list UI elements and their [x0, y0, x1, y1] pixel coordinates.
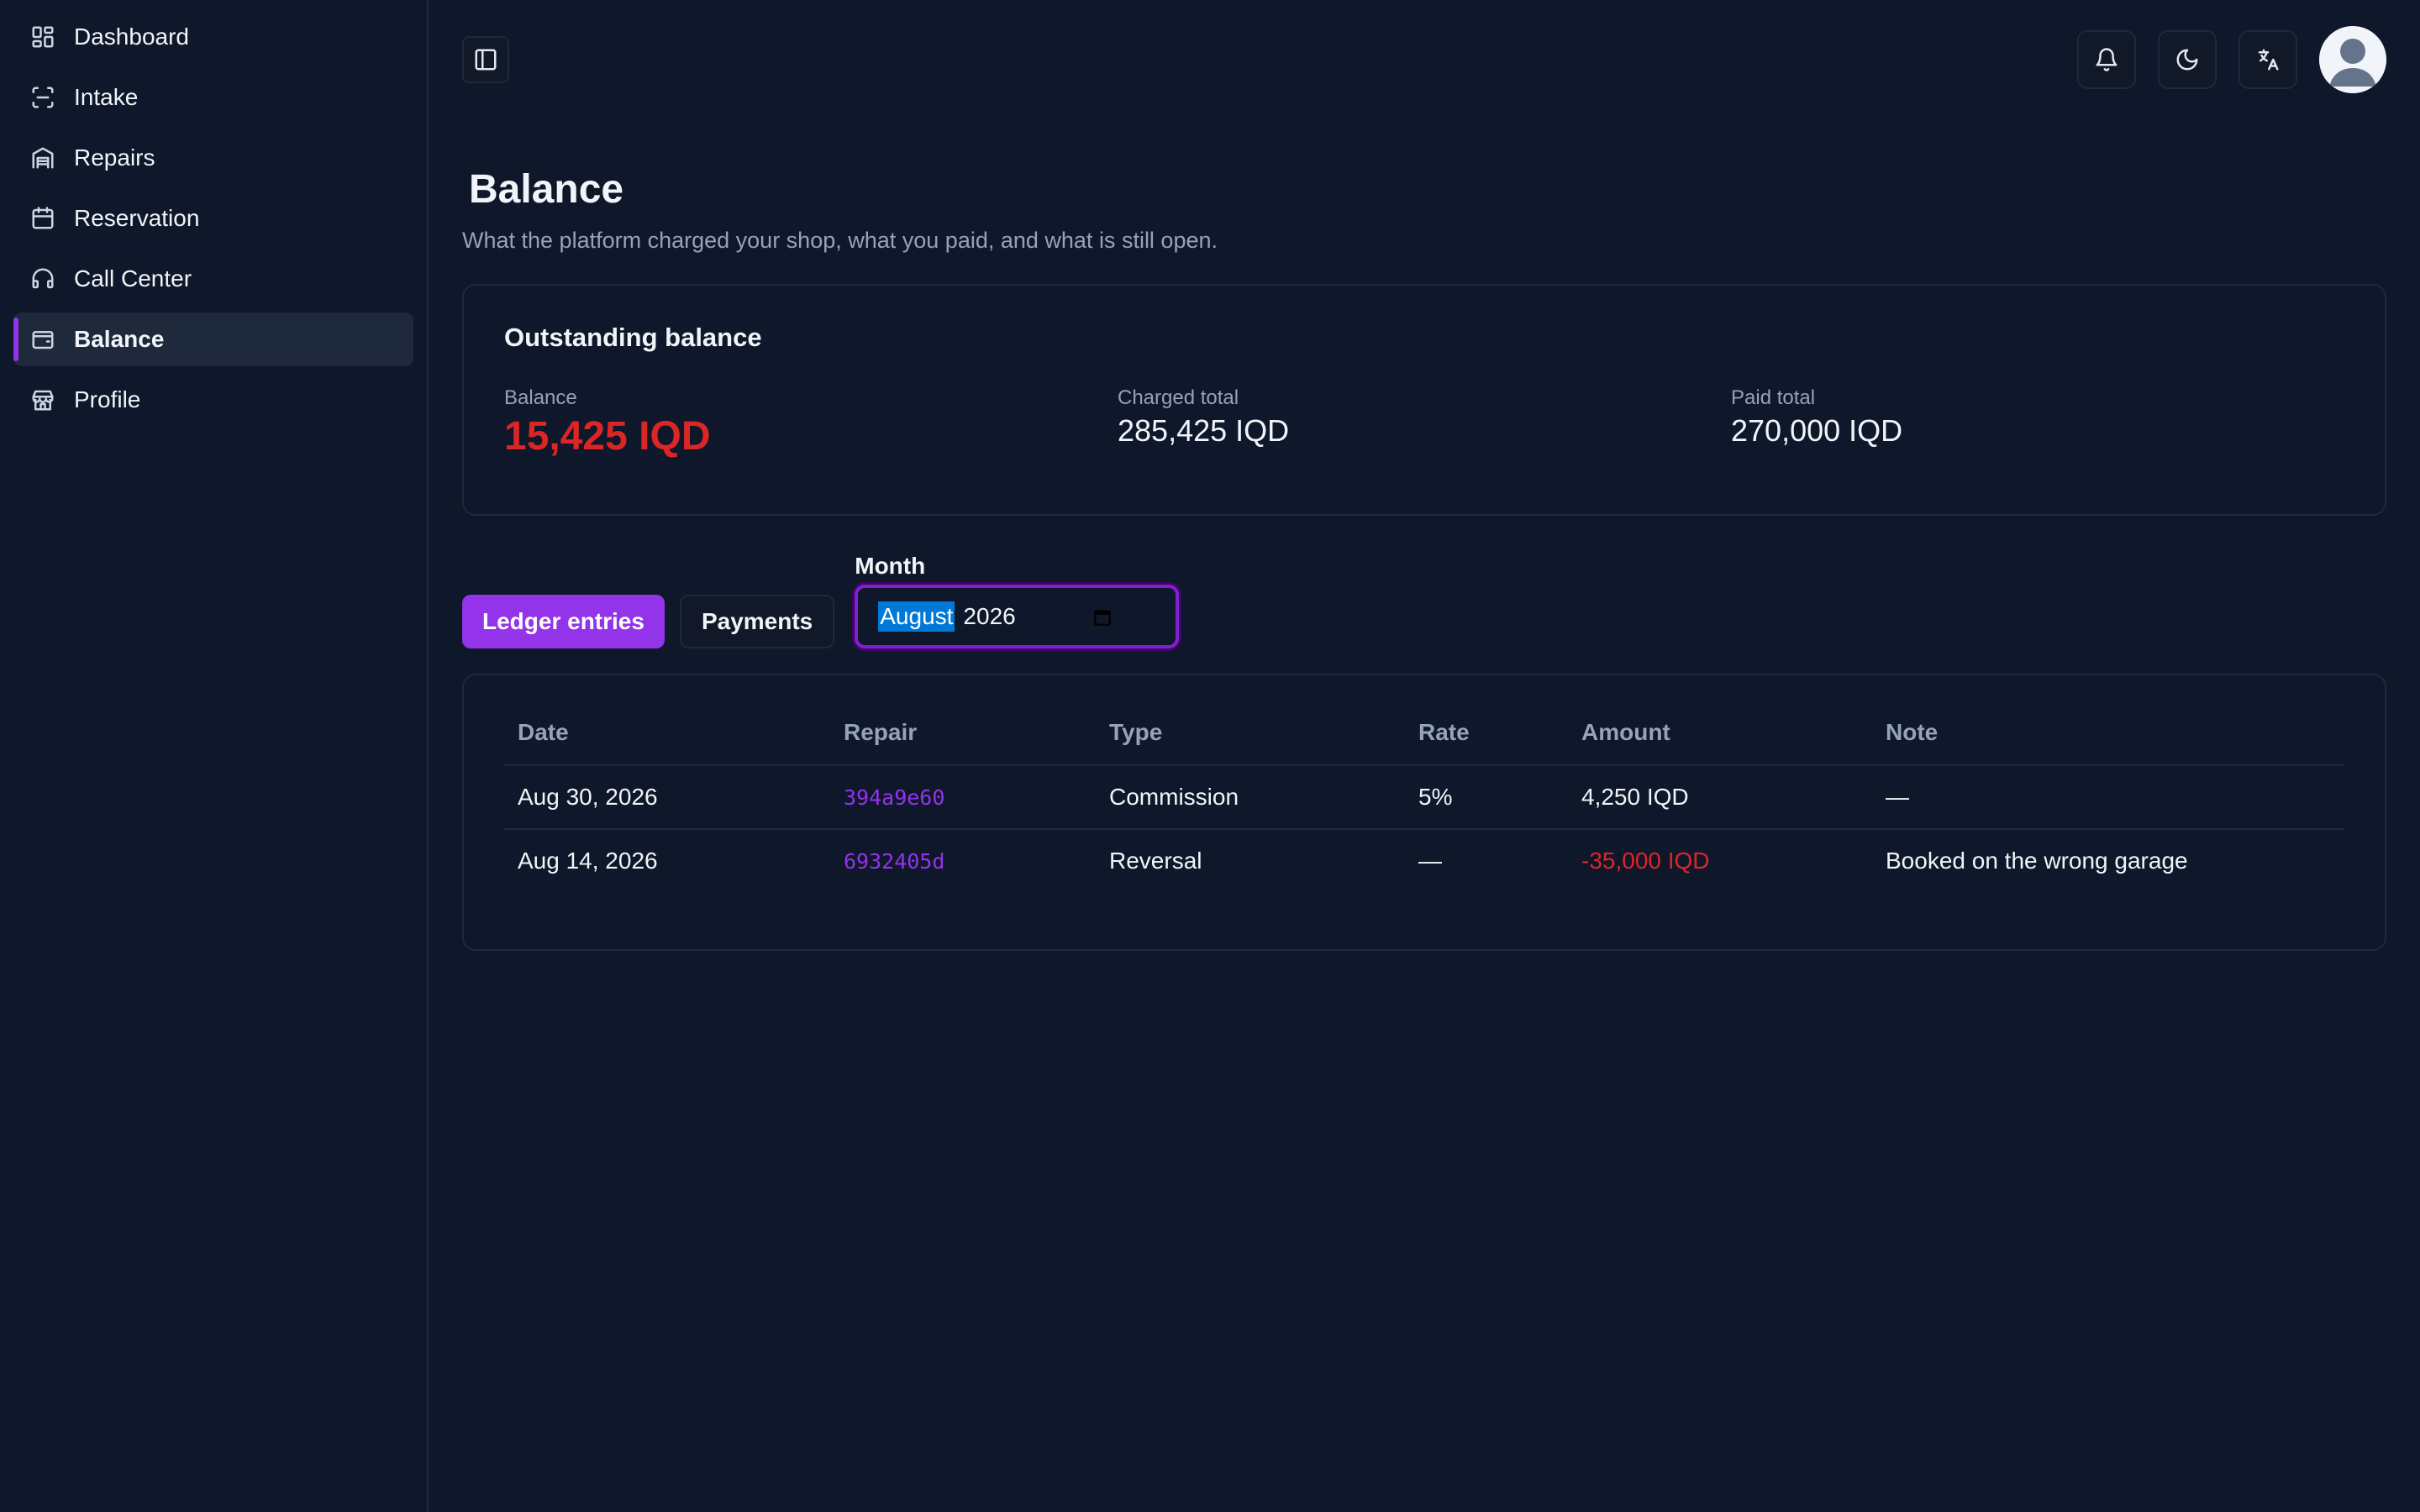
- tab-ledger-entries[interactable]: Ledger entries: [462, 595, 665, 648]
- scan-icon: [30, 85, 55, 110]
- sidebar-toggle-button[interactable]: [462, 36, 509, 83]
- headset-icon: [30, 266, 55, 291]
- column-repair[interactable]: Repair: [830, 719, 1096, 766]
- topbar-actions: [2077, 26, 2386, 93]
- table-row: Aug 30, 2026 394a9e60 Commission 5% 4,25…: [504, 765, 2344, 830]
- sidebar-item-label: Repairs: [74, 144, 155, 171]
- column-rate[interactable]: Rate: [1405, 719, 1568, 766]
- store-icon: [30, 387, 55, 412]
- theme-toggle-button[interactable]: [2158, 30, 2217, 89]
- wallet-icon: [30, 327, 55, 352]
- column-amount[interactable]: Amount: [1568, 719, 1872, 766]
- sidebar: Dashboard Intake Repairs Reservation Cal…: [0, 0, 429, 1512]
- sidebar-item-label: Dashboard: [74, 24, 189, 50]
- dashboard-icon: [30, 24, 55, 50]
- ledger-controls: Ledger entries Payments Month August 202…: [462, 553, 2386, 648]
- month-input[interactable]: August 2026: [855, 585, 1180, 648]
- sidebar-item-label: Intake: [74, 84, 139, 110]
- column-date[interactable]: Date: [504, 719, 830, 766]
- sidebar-item-profile[interactable]: Profile: [13, 373, 413, 427]
- avatar[interactable]: [2319, 26, 2386, 93]
- paid-total-label: Paid total: [1731, 386, 1816, 409]
- charged-total-stat: Charged total 285,425 IQD: [1118, 386, 1731, 459]
- sidebar-item-intake[interactable]: Intake: [13, 71, 413, 124]
- page-subtitle: What the platform charged your shop, wha…: [462, 228, 1218, 253]
- user-avatar-icon: [2319, 26, 2386, 93]
- app-shell: Dashboard Intake Repairs Reservation Cal…: [0, 0, 2420, 1512]
- cell-date: Aug 30, 2026: [504, 765, 830, 830]
- ledger-table-card: Date Repair Type Rate Amount Note Aug 30…: [462, 674, 2386, 951]
- sidebar-toggle-icon: [475, 49, 497, 71]
- repair-link[interactable]: 6932405d: [830, 829, 1096, 892]
- cell-amount: 4,250 IQD: [1568, 765, 1872, 830]
- column-note[interactable]: Note: [1872, 719, 2344, 766]
- sidebar-item-call-center[interactable]: Call Center: [13, 252, 413, 306]
- month-filter: Month August 2026: [855, 553, 1180, 648]
- sidebar-item-repairs[interactable]: Repairs: [13, 131, 413, 185]
- repair-link[interactable]: 394a9e60: [830, 765, 1096, 830]
- translate-icon: [2258, 49, 2279, 71]
- topbar: [462, 0, 2386, 119]
- paid-total-value: 270,000 IQD: [1731, 413, 1903, 448]
- cell-note: —: [1872, 765, 2344, 830]
- calendar-icon: [30, 206, 55, 231]
- sidebar-item-label: Balance: [74, 326, 165, 352]
- sidebar-item-dashboard[interactable]: Dashboard: [13, 10, 413, 64]
- calendar-picker-icon[interactable]: [1092, 606, 1113, 628]
- cell-rate: —: [1418, 848, 1442, 874]
- card-title: Outstanding balance: [504, 323, 762, 352]
- month-value[interactable]: August: [878, 601, 955, 632]
- cell-type: Reversal: [1109, 848, 1202, 874]
- charged-total-label: Charged total: [1118, 386, 1239, 409]
- balance-stats: Balance 15,425 IQD Charged total 285,425…: [504, 386, 2344, 459]
- table-row: Aug 14, 2026 6932405d Reversal — -35,000…: [504, 829, 2344, 892]
- main-content: Balance What the platform charged your s…: [429, 0, 2420, 1512]
- balance-label: Balance: [504, 386, 577, 409]
- outstanding-balance-card: Outstanding balance Balance 15,425 IQD C…: [462, 284, 2386, 516]
- cell-rate: 5%: [1405, 765, 1568, 830]
- sidebar-item-label: Profile: [74, 386, 141, 412]
- year-value[interactable]: 2026: [963, 603, 1015, 630]
- column-type[interactable]: Type: [1096, 719, 1405, 766]
- paid-total-stat: Paid total 270,000 IQD: [1731, 386, 2344, 459]
- notifications-button[interactable]: [2077, 30, 2136, 89]
- charged-total-value: 285,425 IQD: [1118, 413, 1290, 448]
- language-button[interactable]: [2238, 30, 2297, 89]
- garage-icon: [30, 145, 55, 171]
- sidebar-item-balance[interactable]: Balance: [13, 312, 413, 366]
- sidebar-item-reservation[interactable]: Reservation: [13, 192, 413, 245]
- page-title: Balance: [469, 167, 624, 212]
- moon-icon: [2176, 49, 2198, 71]
- tab-payments[interactable]: Payments: [679, 595, 835, 648]
- cell-amount: -35,000 IQD: [1581, 848, 1710, 874]
- month-label: Month: [855, 553, 926, 579]
- balance-stat: Balance 15,425 IQD: [504, 386, 1118, 459]
- sidebar-item-label: Reservation: [74, 205, 200, 231]
- ledger-table: Date Repair Type Rate Amount Note Aug 30…: [504, 719, 2344, 892]
- sidebar-item-label: Call Center: [74, 265, 192, 291]
- cell-note: Booked on the wrong garage: [1886, 848, 2188, 874]
- cell-type: Commission: [1096, 765, 1405, 830]
- bell-icon: [2096, 48, 2118, 71]
- cell-date: Aug 14, 2026: [518, 848, 658, 874]
- balance-value: 15,425 IQD: [504, 414, 711, 459]
- table-header-row: Date Repair Type Rate Amount Note: [504, 719, 2344, 766]
